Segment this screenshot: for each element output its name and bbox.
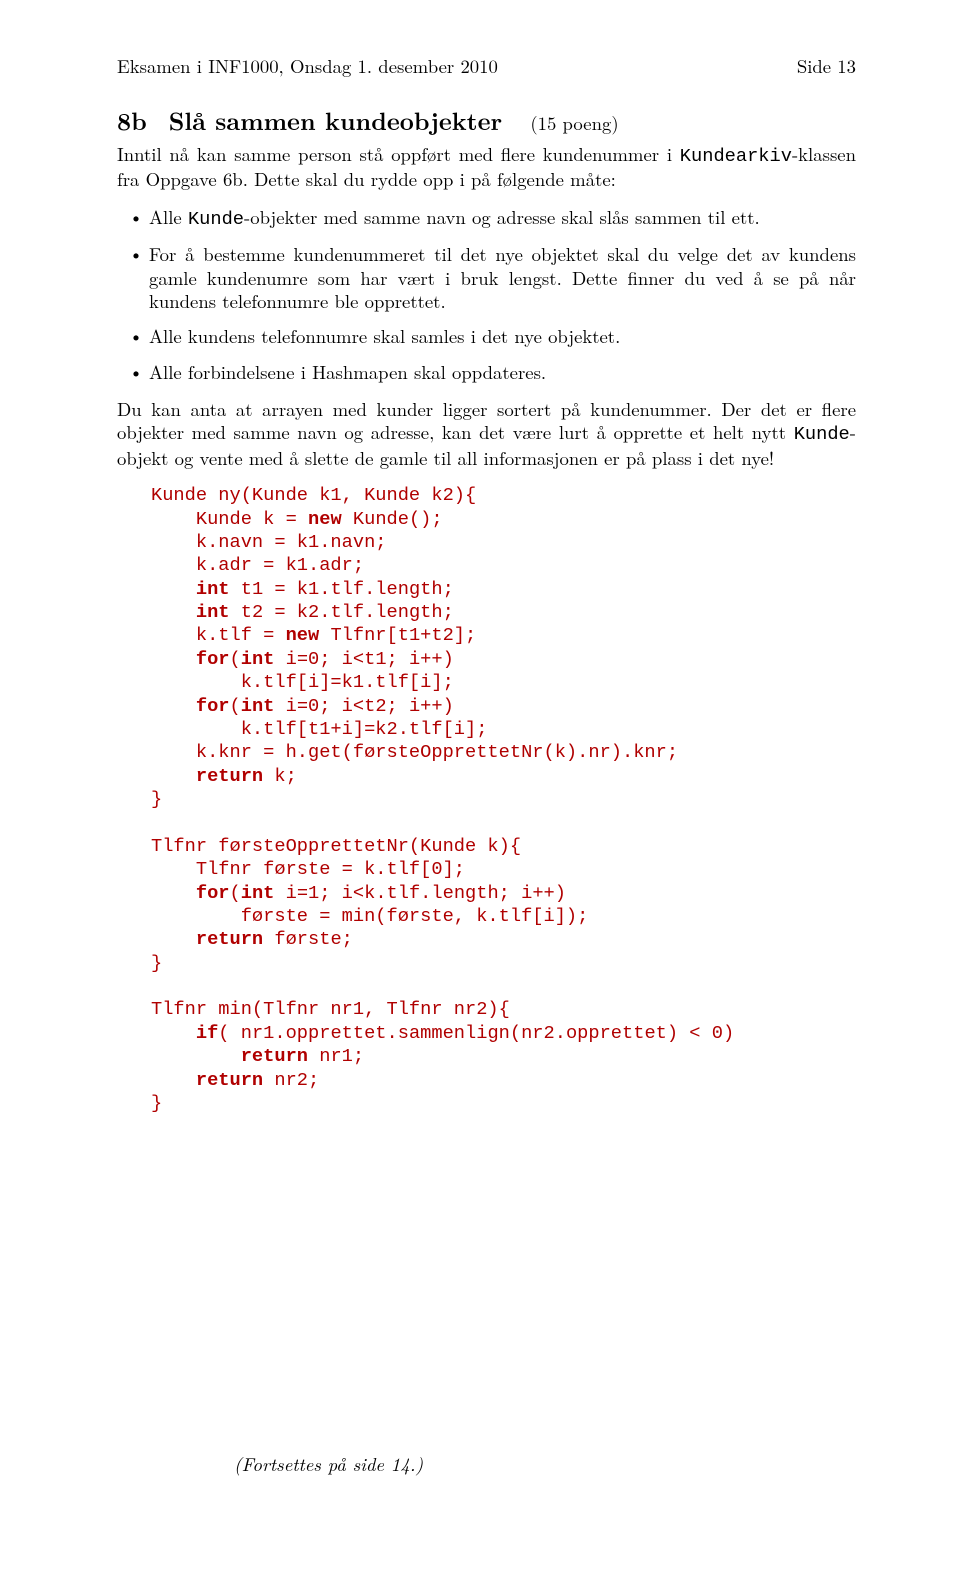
bullet-list: Alle Kunde-objekter med samme navn og ad… xyxy=(117,206,856,384)
code-line: k.navn = k1.navn; xyxy=(151,531,387,553)
code-line xyxy=(151,578,196,600)
code-line: k.knr = h.get(førsteOpprettetNr(k).nr).k… xyxy=(151,741,678,763)
code-line: Tlfnr[t1+t2]; xyxy=(319,624,476,646)
code-block: Kunde ny(Kunde k1, Kunde k2){ Kunde k = … xyxy=(151,484,856,1115)
list-item: For å bestemme kundenummeret til det nye… xyxy=(117,243,856,313)
code-line xyxy=(151,1069,196,1091)
continue-note: (Fortsettes på side 14.) xyxy=(234,1453,423,1476)
code-line xyxy=(151,648,196,670)
code-line: Tlfnr førsteOpprettetNr(Kunde k){ xyxy=(151,835,521,857)
code-line: nr1; xyxy=(308,1045,364,1067)
code-kw: int xyxy=(196,601,230,623)
code-line: k.tlf[t1+i]=k2.tlf[i]; xyxy=(151,718,487,740)
code-line: Tlfnr min(Tlfnr nr1, Tlfnr nr2){ xyxy=(151,998,510,1020)
code-line: ( xyxy=(230,882,241,904)
code-kw: int xyxy=(196,578,230,600)
code-kw: return xyxy=(196,1069,263,1091)
header-right: Side 13 xyxy=(797,55,856,78)
code-kw: if xyxy=(196,1022,218,1044)
code-line: Kunde k = xyxy=(151,508,308,530)
code-kw: int xyxy=(241,882,275,904)
code-line: Kunde ny(Kunde k1, Kunde k2){ xyxy=(151,484,476,506)
code-line: Tlfnr første = k.tlf[0]; xyxy=(151,858,465,880)
code-line: i=0; i<t2; i++) xyxy=(274,695,453,717)
code-line xyxy=(151,765,196,787)
after-paragraph: Du kan anta at arrayen med kunder ligger… xyxy=(117,398,856,470)
code-line xyxy=(151,601,196,623)
section-title: Slå sammen kundeobjekter xyxy=(169,103,502,138)
code-line: i=1; i<k.tlf.length; i++) xyxy=(274,882,566,904)
code-kw: for xyxy=(196,882,230,904)
code-line: t2 = k2.tlf.length; xyxy=(230,601,454,623)
code-line xyxy=(151,928,196,950)
code-line: } xyxy=(151,952,162,974)
code-line xyxy=(151,882,196,904)
code-line xyxy=(151,1022,196,1044)
code-kw: for xyxy=(196,648,230,670)
bullet1-c: -objekter med samme navn og adresse skal… xyxy=(244,204,760,230)
code-kw: int xyxy=(241,695,275,717)
bullet1-b: Kunde xyxy=(188,208,244,230)
code-line: ( xyxy=(230,695,241,717)
list-item: Alle forbindelsene i Hashmapen skal oppd… xyxy=(117,361,856,384)
code-line: } xyxy=(151,788,162,810)
code-line: Kunde(); xyxy=(342,508,443,530)
code-line: k; xyxy=(263,765,297,787)
list-item: Alle kundens telefonnumre skal samles i … xyxy=(117,325,856,348)
after-mono-b: Kunde xyxy=(794,423,850,445)
code-kw: for xyxy=(196,695,230,717)
code-line xyxy=(151,695,196,717)
code-line: k.tlf = xyxy=(151,624,286,646)
page-header: Eksamen i INF1000, Onsdag 1. desember 20… xyxy=(117,55,856,78)
code-kw: int xyxy=(241,648,275,670)
code-line xyxy=(151,1045,241,1067)
code-line: t1 = k1.tlf.length; xyxy=(230,578,454,600)
intro-mono-b: Kundearkiv xyxy=(680,145,792,167)
list-item: Alle Kunde-objekter med samme navn og ad… xyxy=(117,206,856,231)
intro-text-a: Inntil nå kan samme person stå oppført m… xyxy=(117,141,680,167)
bullet1-a: Alle xyxy=(149,204,188,230)
after-text-a: Du kan anta at arrayen med kunder ligger… xyxy=(117,396,856,445)
code-kw: return xyxy=(241,1045,308,1067)
header-left: Eksamen i INF1000, Onsdag 1. desember 20… xyxy=(117,55,498,78)
intro-paragraph: Inntil nå kan samme person stå oppført m… xyxy=(117,143,856,192)
code-line: i=0; i<t1; i++) xyxy=(274,648,453,670)
code-line: ( nr1.opprettet.sammenlign(nr2.opprettet… xyxy=(218,1022,734,1044)
code-line: } xyxy=(151,1092,162,1114)
code-kw: return xyxy=(196,765,263,787)
code-line: ( xyxy=(230,648,241,670)
code-kw: new xyxy=(308,508,342,530)
code-line: første = min(første, k.tlf[i]); xyxy=(151,905,588,927)
code-line: første; xyxy=(263,928,353,950)
section-number: 8b xyxy=(117,103,147,138)
code-kw: return xyxy=(196,928,263,950)
section-points: (15 poeng) xyxy=(530,110,618,136)
code-line: k.adr = k1.adr; xyxy=(151,554,364,576)
code-line: nr2; xyxy=(263,1069,319,1091)
code-kw: new xyxy=(286,624,320,646)
code-line: k.tlf[i]=k1.tlf[i]; xyxy=(151,671,454,693)
section-heading: 8b Slå sammen kundeobjekter (15 poeng) xyxy=(117,106,856,137)
